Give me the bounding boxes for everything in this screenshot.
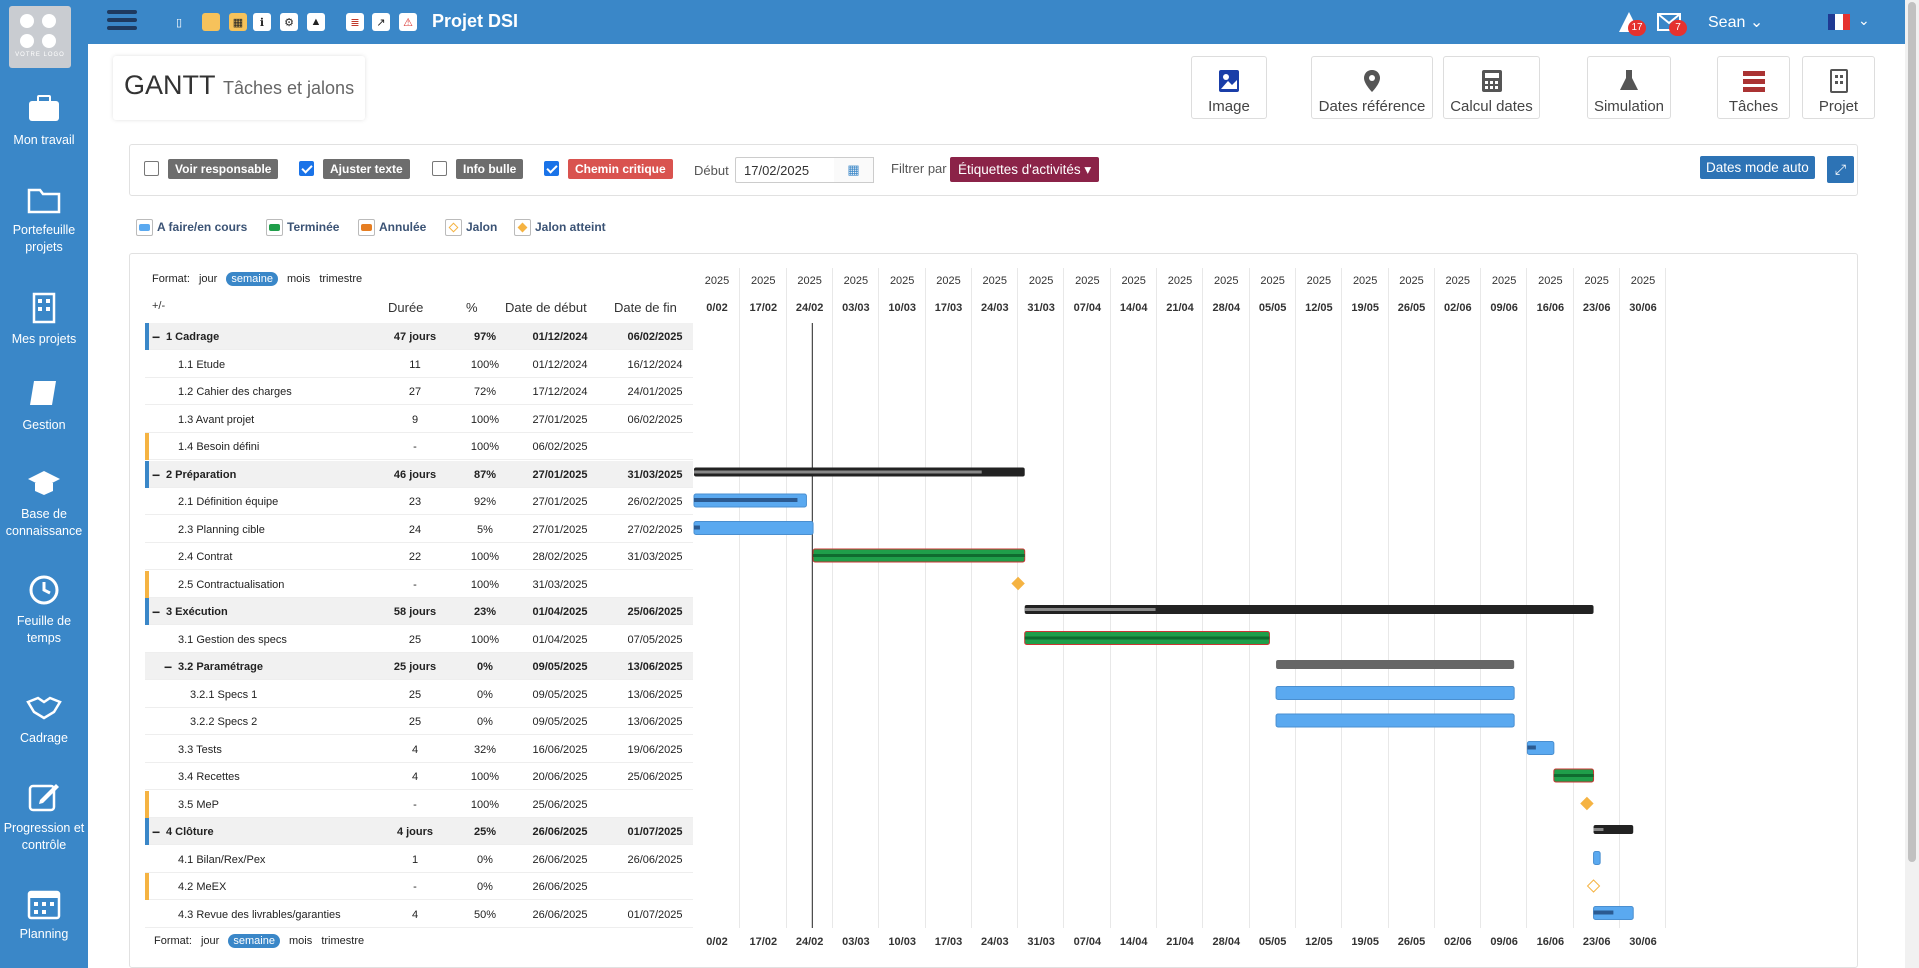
task-progress[interactable]: [694, 498, 798, 502]
task-bar[interactable]: [1275, 686, 1515, 700]
task-bar[interactable]: [1275, 713, 1515, 728]
summary-progress[interactable]: [694, 470, 982, 474]
task-progress[interactable]: [694, 525, 700, 530]
summary-progress[interactable]: [1024, 608, 1156, 611]
summary-progress[interactable]: [1593, 828, 1604, 831]
task-progress[interactable]: [813, 554, 1025, 557]
task-bar[interactable]: [1593, 851, 1601, 865]
milestone-diamond[interactable]: [1580, 796, 1594, 811]
task-progress[interactable]: [1593, 910, 1614, 915]
task-progress[interactable]: [1024, 636, 1270, 640]
summary-bar[interactable]: [1276, 660, 1515, 669]
milestone-diamond[interactable]: [1011, 576, 1025, 591]
task-bar[interactable]: [693, 521, 814, 535]
milestone-diamond[interactable]: [1586, 879, 1601, 893]
task-progress[interactable]: [1527, 745, 1536, 750]
task-progress[interactable]: [1553, 774, 1594, 777]
gantt-chart: [693, 323, 1634, 928]
